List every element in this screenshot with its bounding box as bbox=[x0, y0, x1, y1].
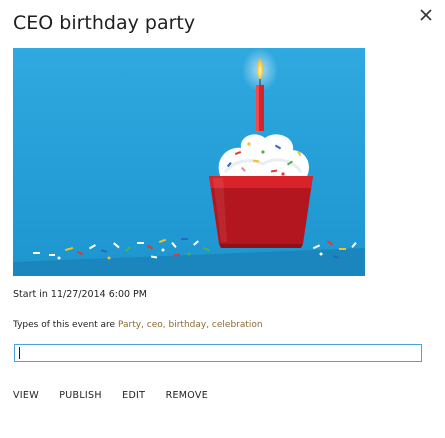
event-start: Start in 11/27/2014 6:00 PM bbox=[13, 289, 147, 300]
start-prefix: Start in bbox=[13, 289, 48, 300]
publish-button[interactable]: PUBLISH bbox=[59, 390, 102, 401]
event-dialog: CEO birthday party Start in 11/27/2014 6… bbox=[0, 0, 445, 438]
text-caret bbox=[19, 347, 20, 359]
types-prefix: Types of this event are bbox=[13, 320, 116, 330]
text-input[interactable] bbox=[14, 344, 422, 362]
event-image bbox=[13, 48, 365, 276]
remove-button[interactable]: REMOVE bbox=[166, 390, 208, 401]
start-datetime: 11/27/2014 6:00 PM bbox=[50, 289, 147, 300]
event-tags: Party, ceo, birthday, celebration bbox=[117, 320, 263, 330]
event-types: Types of this event are Party, ceo, birt… bbox=[13, 320, 263, 330]
dialog-title: CEO birthday party bbox=[13, 12, 196, 34]
action-bar: VIEW PUBLISH EDIT REMOVE bbox=[13, 390, 225, 404]
view-button[interactable]: VIEW bbox=[13, 390, 39, 401]
close-icon[interactable] bbox=[417, 6, 435, 24]
edit-button[interactable]: EDIT bbox=[122, 390, 145, 401]
